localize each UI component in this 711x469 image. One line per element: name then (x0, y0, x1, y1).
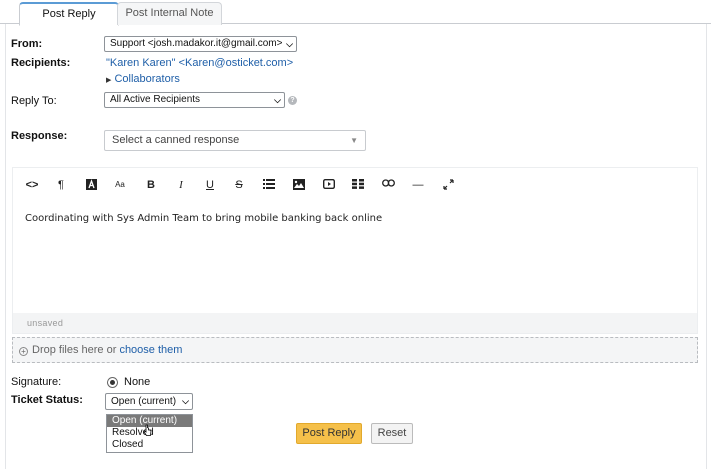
recipients-label: Recipients: (11, 57, 71, 69)
image-icon[interactable] (291, 177, 307, 193)
chevron-down-icon: ⌵ (182, 396, 189, 406)
font-size-icon[interactable]: Aa (112, 177, 128, 193)
horizontal-rule-icon[interactable]: — (410, 177, 426, 193)
strikethrough-icon[interactable]: S (231, 177, 247, 193)
link-icon[interactable] (380, 177, 396, 193)
upload-icon: + (19, 347, 28, 356)
from-select-value: Support <josh.madakor.it@gmail.com> (110, 38, 283, 49)
from-select[interactable]: Support <josh.madakor.it@gmail.com> ⌵ (104, 36, 297, 52)
canned-response-select[interactable]: Select a canned response ▼ (104, 130, 366, 151)
bold-icon[interactable]: B (143, 177, 159, 193)
collaborators-toggle[interactable]: ▶ Collaborators (106, 73, 180, 85)
reply-to-select[interactable]: All Active Recipients ⌵ (104, 92, 285, 108)
chevron-down-icon: ⌵ (286, 39, 293, 49)
canned-response-placeholder: Select a canned response (112, 134, 240, 146)
reset-button[interactable]: Reset (371, 423, 413, 444)
tab-bar: Post Reply Post Internal Note (0, 0, 711, 26)
rich-text-editor[interactable]: <> ¶ Aa B I U S — Coordinating with Sys … (12, 167, 698, 334)
ticket-status-label: Ticket Status: (11, 394, 83, 406)
fullscreen-icon[interactable] (440, 177, 456, 193)
paragraph-icon[interactable]: ¶ (53, 177, 69, 193)
draft-status: unsaved (27, 318, 64, 328)
post-reply-button[interactable]: Post Reply (296, 423, 362, 444)
response-label: Response: (11, 130, 68, 142)
status-option-closed[interactable]: Closed (107, 439, 192, 451)
chevron-down-icon: ⌵ (274, 95, 281, 105)
tab-post-reply[interactable]: Post Reply (19, 2, 119, 26)
editor-toolbar: <> ¶ Aa B I U S — (13, 168, 697, 201)
italic-icon[interactable]: I (173, 177, 189, 193)
ticket-status-select[interactable]: Open (current) ⌵ (105, 393, 193, 410)
ticket-status-value: Open (current) (111, 396, 177, 407)
help-icon[interactable]: ? (288, 96, 297, 105)
from-label: From: (11, 38, 43, 50)
code-view-icon[interactable]: <> (24, 177, 40, 193)
signature-label: Signature: (11, 376, 62, 388)
collaborators-label: Collaborators (114, 73, 180, 85)
chevron-down-icon: ▼ (350, 136, 358, 145)
dropzone-text: Drop files here or (32, 344, 120, 356)
pointer-cursor-icon (143, 424, 152, 440)
tab-post-internal-note[interactable]: Post Internal Note (117, 2, 222, 25)
reply-to-value: All Active Recipients (110, 94, 201, 105)
video-icon[interactable] (321, 177, 337, 193)
underline-icon[interactable]: U (202, 177, 218, 193)
file-dropzone[interactable]: + Drop files here or choose them (12, 337, 698, 363)
table-icon[interactable] (350, 177, 366, 193)
choose-files-link[interactable]: choose them (119, 344, 182, 356)
caret-right-icon: ▶ (106, 77, 112, 84)
editor-content[interactable]: Coordinating with Sys Admin Team to brin… (25, 213, 382, 224)
signature-none-radio[interactable] (107, 377, 118, 388)
list-icon[interactable] (261, 177, 277, 193)
recipients-link[interactable]: "Karen Karen" <Karen@osticket.com> (106, 57, 293, 69)
signature-none-label: None (124, 376, 151, 388)
font-color-icon[interactable] (83, 177, 99, 193)
reply-to-label: Reply To: (11, 95, 57, 107)
editor-footer: unsaved (13, 313, 697, 333)
